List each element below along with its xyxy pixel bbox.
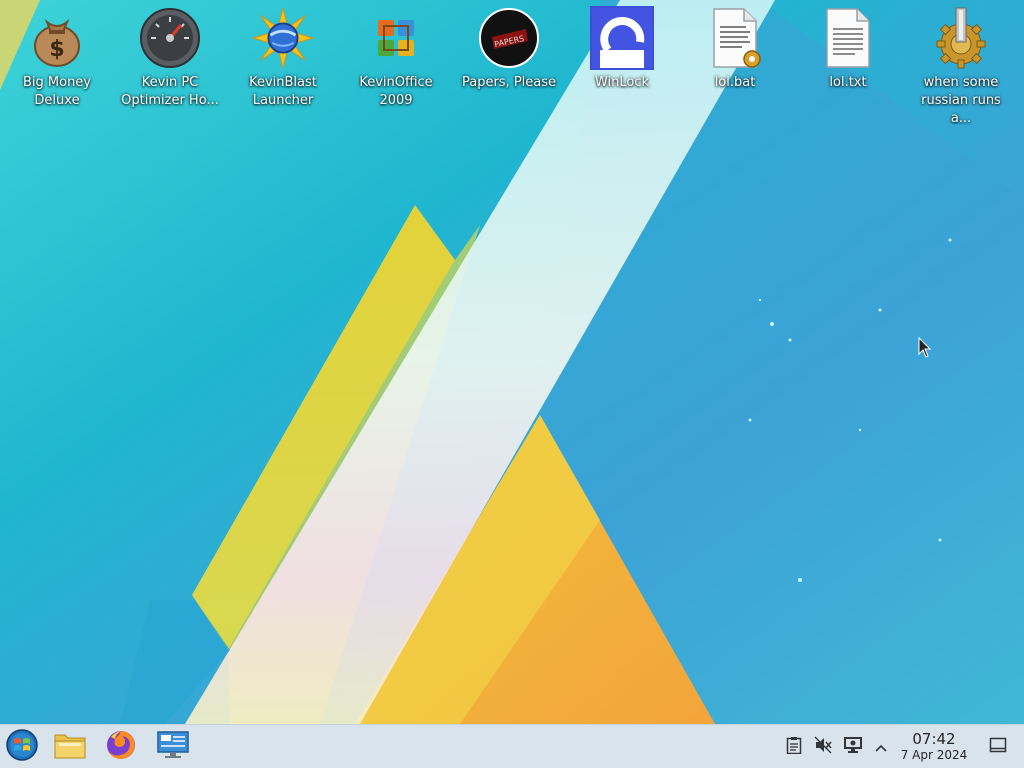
speaker-muted-icon (814, 736, 832, 758)
desktop-icon-papers-please[interactable]: PAPERS Papers, Please (457, 6, 561, 92)
start-orb-icon (5, 728, 39, 766)
show-desktop-icon (989, 737, 1007, 757)
tray-expand-button[interactable] (871, 737, 891, 757)
desktop-icon-label: WinLock (594, 75, 650, 90)
office-logo-icon (364, 6, 428, 70)
desktop-icon-label: lol.txt (829, 75, 867, 90)
clock-time: 07:42 (912, 730, 956, 748)
folder-icon (54, 731, 86, 763)
chevron-up-icon (874, 738, 888, 757)
desktop-icon-kevinblast-launcher[interactable]: KevinBlast Launcher (231, 6, 335, 110)
digital-clock[interactable]: 07:42 7 Apr 2024 (896, 731, 972, 763)
desktop-icon-label: lol.bat (714, 75, 756, 90)
firefox-icon (105, 729, 137, 765)
desktop-icon-label: when some russian runs a... (921, 75, 1001, 126)
tray-display-button[interactable] (843, 737, 863, 757)
desktop-icon-big-money-deluxe[interactable]: $ Big Money Deluxe (5, 6, 109, 110)
desktop-icon-lol-bat[interactable]: lol.bat (683, 6, 787, 92)
svg-text:$: $ (49, 37, 64, 62)
desktop-icon-label: KevinBlast Launcher (249, 75, 317, 108)
desktop-icon-winlock[interactable]: WinLock (570, 6, 674, 92)
mouse-pointer-icon (918, 337, 932, 358)
show-desktop-button[interactable] (988, 737, 1008, 757)
batch-file-icon (703, 6, 767, 70)
desktop[interactable]: $ Big Money Deluxe Kevin PC Optimizer Ho (0, 0, 1024, 724)
desktop-icon-label: Papers, Please (461, 75, 557, 90)
desktop-icon-label: KevinOffice 2009 (359, 75, 433, 108)
taskbar-system-settings-button[interactable] (155, 729, 191, 765)
winlock-icon (590, 6, 654, 70)
globe-burst-icon (251, 6, 315, 70)
tray-volume-button[interactable] (813, 736, 833, 758)
desktop-icon-when-some-russian[interactable]: when some russian runs a... (909, 6, 1013, 128)
clock-date: 7 Apr 2024 (900, 748, 968, 762)
desktop-icon-label: Big Money Deluxe (22, 75, 91, 108)
taskbar-firefox-button[interactable] (103, 729, 139, 765)
desktop-icon-kevin-pc-optimizer[interactable]: Kevin PC Optimizer Ho... (118, 6, 222, 110)
tray-clipboard-button[interactable] (784, 737, 804, 757)
display-settings-icon (156, 730, 190, 764)
papers-please-icon: PAPERS (477, 6, 541, 70)
speedometer-icon (138, 6, 202, 70)
desktop-icon-lol-txt[interactable]: lol.txt (796, 6, 900, 92)
desktop-icon-label: Kevin PC Optimizer Ho... (121, 75, 219, 108)
money-bag-icon: $ (25, 6, 89, 70)
desktop-icon-kevinoffice-2009[interactable]: KevinOffice 2009 (344, 6, 448, 110)
text-file-icon (816, 6, 880, 70)
taskbar: 07:42 7 Apr 2024 (0, 724, 1024, 768)
start-button[interactable] (4, 729, 40, 765)
gear-icon (929, 6, 993, 70)
taskbar-file-manager-button[interactable] (52, 729, 88, 765)
clipboard-icon (786, 736, 802, 758)
monitor-icon (843, 736, 863, 758)
